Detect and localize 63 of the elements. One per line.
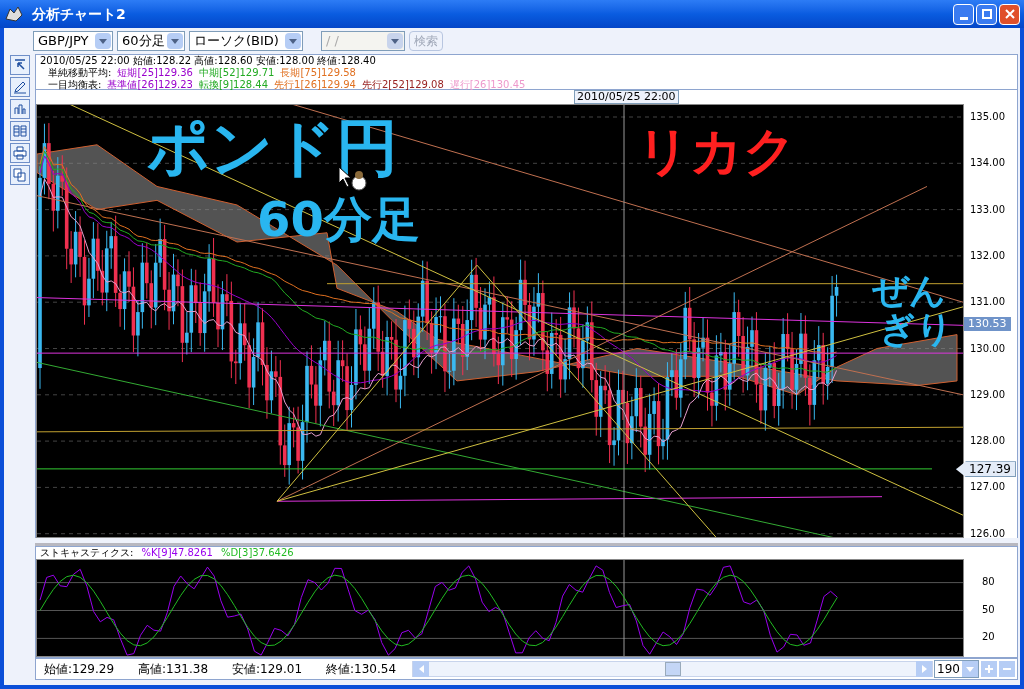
stochastic-value: %D[3]37.6426 bbox=[220, 547, 294, 559]
stochastic-label: ストキャスティクス: bbox=[40, 547, 134, 559]
status-value: 高値:131.38 bbox=[137, 661, 210, 678]
indicator-value: 短期[25]129.36 bbox=[117, 67, 193, 79]
price-axis-label: 133.00 bbox=[970, 204, 1005, 215]
status-value: 終値:130.54 bbox=[325, 661, 398, 678]
status-value: 安値:129.01 bbox=[231, 661, 304, 678]
window-title: 分析チャート2 bbox=[32, 4, 126, 24]
stochastic-axis-label: 20 bbox=[982, 632, 995, 643]
price-axis-label: 128.00 bbox=[970, 436, 1005, 447]
dropdown-arrow-icon bbox=[99, 38, 107, 44]
line-price-label: 127.39 bbox=[956, 461, 1016, 478]
price-axis-label: 129.00 bbox=[970, 389, 1005, 400]
table-icon[interactable] bbox=[9, 121, 30, 141]
dropdown-arrow-icon bbox=[966, 666, 974, 672]
left-arrow-icon bbox=[418, 665, 424, 673]
price-axis-label: 134.00 bbox=[970, 158, 1005, 169]
maximize-icon bbox=[981, 9, 992, 19]
price-axis-label: 130.00 bbox=[970, 343, 1005, 354]
indicator-value: 長期[75]129.58 bbox=[280, 67, 356, 79]
price-axis-label: 126.00 bbox=[970, 528, 1005, 539]
dropdown-arrow-icon bbox=[289, 38, 297, 44]
minimize-icon bbox=[959, 16, 968, 20]
indicator-label: 一目均衡表: bbox=[48, 79, 102, 91]
pair-dropdown[interactable]: GBP/JPY bbox=[33, 31, 113, 51]
copy-icon[interactable] bbox=[9, 165, 30, 185]
cursor-time-label: 2010/05/25 22:00 bbox=[574, 90, 679, 104]
indicator-value: 基準値[26]129.23 bbox=[107, 79, 193, 91]
price-axis-label: 132.00 bbox=[970, 250, 1005, 261]
current-price-label: 130.53 bbox=[964, 316, 1011, 331]
bar-values-text: 2010/05/25 22:00 始値:128.22 高値:128.60 安値:128.00 終値:128.40 bbox=[40, 55, 377, 67]
bar-chart-icon[interactable] bbox=[9, 99, 30, 119]
indicator-value: 遅行[26]130.45 bbox=[449, 79, 526, 91]
stochastic-axis-label: 80 bbox=[982, 576, 995, 587]
indicator-value: 中期[52]129.71 bbox=[198, 67, 275, 79]
price-axis-label: 127.00 bbox=[970, 482, 1005, 493]
dropdown-arrow-icon bbox=[391, 38, 399, 44]
timeframe-dropdown[interactable]: 60分足 bbox=[117, 31, 185, 51]
close-button[interactable] bbox=[999, 3, 1020, 25]
handwritten-note: リカク bbox=[637, 125, 796, 177]
stochastic-value: %K[9]47.8261 bbox=[141, 547, 213, 559]
indicator-label: 単純移動平均: bbox=[48, 67, 112, 79]
status-value: 始値:129.29 bbox=[43, 661, 116, 678]
pencil-icon[interactable] bbox=[9, 77, 30, 97]
indicator-value: 先行2[52]129.08 bbox=[361, 79, 444, 91]
price-axis-label: 131.00 bbox=[970, 297, 1005, 308]
minus-icon bbox=[1003, 665, 1011, 673]
printer-icon[interactable] bbox=[9, 143, 30, 163]
dropdown-arrow-icon bbox=[171, 38, 179, 44]
scrollbar-thumb[interactable] bbox=[664, 662, 681, 676]
maximize-button[interactable] bbox=[976, 3, 997, 25]
right-arrow-icon bbox=[921, 665, 927, 673]
plus-icon bbox=[985, 665, 993, 673]
close-icon bbox=[1004, 9, 1015, 19]
horizontal-scrollbar[interactable] bbox=[412, 661, 934, 677]
indicator-value: 転換[9]128.44 bbox=[198, 79, 269, 91]
stochastic-axis-label: 50 bbox=[982, 604, 995, 615]
bar-count-dropdown[interactable]: 190 bbox=[934, 660, 979, 678]
indicator-value: 先行1[26]129.94 bbox=[274, 79, 356, 91]
app-logo-icon bbox=[4, 5, 24, 23]
minimize-button[interactable] bbox=[953, 3, 974, 25]
chart-type-dropdown[interactable]: ローソク(BID) bbox=[189, 31, 303, 51]
price-axis-label: 135.00 bbox=[970, 112, 1005, 122]
